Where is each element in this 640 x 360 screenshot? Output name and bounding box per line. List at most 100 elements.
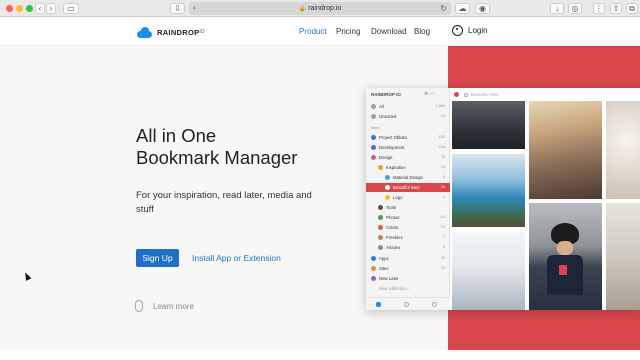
url-text: raindrop.io (308, 5, 342, 12)
sidebar-collection-item[interactable]: Project Oblako 153 (366, 133, 450, 142)
sidebar-collection-item[interactable]: Unsorted 13 (366, 112, 450, 121)
collection-icon (371, 114, 376, 119)
cloud-logo-icon (137, 26, 152, 38)
extension-icon[interactable]: ◉ (475, 3, 490, 14)
sidebar-collection-item[interactable]: Colors 12 (366, 223, 450, 232)
cloud-icon (376, 302, 381, 307)
collection-icon (385, 175, 390, 180)
minimize-window-button[interactable] (16, 5, 23, 12)
collection-label: Sites (379, 266, 389, 271)
photo-sunset-beach (529, 101, 602, 199)
collection-icon (371, 266, 376, 271)
raindrop-logo[interactable]: RAINDROP IO (137, 25, 205, 39)
collection-label: New Later (379, 276, 399, 281)
collection-label: Logo (393, 195, 403, 200)
reader-icon[interactable]: ⇩ (170, 3, 185, 14)
sidebar-section-label: Main (371, 125, 380, 130)
collection-label: Apps (379, 256, 389, 261)
collection-count: 26 (440, 185, 445, 189)
sidebar-collection-item[interactable]: Beautiful Web 26 (366, 183, 450, 192)
collection-label: Material Design (393, 175, 423, 180)
sidebar-collection-item[interactable]: New Later (366, 274, 450, 283)
sidebar-collection-item[interactable]: Material Design 8 (366, 173, 450, 182)
search-placeholder: Beautiful Web (471, 92, 499, 97)
sidebar-toggle-icon[interactable]: ▭ (63, 3, 79, 14)
sidebar-settings-icon: ⚙ ▭ (424, 91, 435, 97)
sign-up-button[interactable]: Sign Up (136, 249, 179, 267)
back-button[interactable]: ‹ (35, 3, 45, 14)
sidebar-collection-item[interactable]: Inspiration 14 (366, 163, 450, 172)
share-icon[interactable]: ⇧ (610, 3, 622, 14)
collection-icon (371, 104, 376, 109)
sidebar-collection-item[interactable]: Freebies 7 (366, 233, 450, 242)
address-bar[interactable]: ◐ 🔒 raindrop.io ↻ (189, 2, 451, 15)
sidebar-collection-item[interactable]: Logo 2 (366, 193, 450, 202)
more-icon[interactable]: ⋮ (593, 3, 605, 14)
sidebar-collection-item[interactable]: Development 245 (366, 143, 450, 152)
collection-icon (371, 155, 376, 160)
collection-icon (378, 235, 383, 240)
nav-blog-link[interactable]: Blog (414, 27, 430, 36)
collection-icon (371, 276, 376, 281)
collection-count: 8 (442, 245, 445, 249)
hero-title-line1: All in One (136, 125, 217, 146)
search-icon (464, 92, 468, 97)
sidebar-collection-item[interactable]: Design 78 (366, 153, 450, 162)
collection-count: 14 (440, 165, 445, 169)
sidebar-collection-item[interactable]: All 1,366 (366, 102, 450, 111)
collection-count: 245 (438, 145, 445, 149)
photo-seashell (606, 101, 640, 199)
login-link[interactable]: Login (452, 25, 488, 36)
lock-icon: 🔒 (298, 6, 307, 12)
collection-label: Design (379, 155, 393, 160)
cloud-extension-icon[interactable]: ☁ (455, 3, 470, 14)
tabs-overview-icon[interactable]: ⧉ (626, 3, 638, 14)
app-sidebar: RAINDROP IO ⚙ ▭ Main All 1,366 Unsorted 13 Pr… (366, 88, 450, 310)
collection-count: 2 (442, 195, 445, 199)
app-brand: RAINDROP IO (371, 92, 401, 97)
collection-label: Tools (386, 205, 397, 210)
close-window-button[interactable] (6, 5, 13, 12)
sidebar-collection-item[interactable]: Apps 33 (366, 254, 450, 263)
collection-label: Project Oblako (379, 135, 408, 140)
collection-count: 29 (440, 266, 445, 270)
sidebar-collection-item[interactable]: Photos 14 (366, 213, 450, 222)
sidebar-collection-item[interactable]: Sites 29 (366, 264, 450, 273)
collection-icon (378, 165, 383, 170)
sidebar-collection-item[interactable]: Articles 8 (366, 243, 450, 252)
install-app-link[interactable]: Install App or Extension (192, 253, 281, 263)
learn-more-link[interactable]: Learn more (135, 300, 194, 312)
nav-download-link[interactable]: Download (371, 27, 407, 36)
mouse-scroll-icon (135, 300, 143, 312)
hero-subtitle: For your inspiration, read later, media … (136, 190, 312, 215)
privacy-icon[interactable]: ◎ (568, 3, 582, 14)
photo-dark-forest (452, 101, 525, 149)
site-header: RAINDROP IO Product Pricing Download Blog… (0, 17, 640, 46)
sidebar-collection-item[interactable]: Tools (366, 203, 450, 212)
collection-count: 153 (438, 135, 445, 139)
page-bottom-edge (0, 350, 640, 360)
reload-icon[interactable]: ↻ (440, 2, 447, 15)
collection-icon (378, 245, 383, 250)
download-icon[interactable]: ↓ (550, 3, 564, 14)
sidebar-footer (366, 297, 450, 310)
collection-count: 14 (440, 215, 445, 219)
collection-icon (371, 256, 376, 261)
collection-count: 13 (440, 114, 445, 118)
app-search-bar: Beautiful Web (454, 90, 499, 100)
nav-pricing-link[interactable]: Pricing (336, 27, 360, 36)
collection-label: Unsorted (379, 114, 397, 119)
collection-label: Development (379, 145, 405, 150)
collection-icon (378, 225, 383, 230)
collection-icon (371, 135, 376, 140)
collection-count: 78 (440, 155, 445, 159)
zoom-window-button[interactable] (26, 5, 33, 12)
collection-icon (378, 205, 383, 210)
nav-product-link[interactable]: Product (299, 27, 327, 36)
browser-toolbar: ‹ › ▭ ⇩ ◐ 🔒 raindrop.io ↻ ☁ ◉ ↓ ◎ ⋮ ⇧ ⧉ (0, 0, 640, 17)
collection-icon (385, 185, 390, 190)
new-collection-button[interactable]: New collection... (366, 284, 450, 293)
collection-icon (371, 145, 376, 150)
forward-button[interactable]: › (46, 3, 56, 14)
hero-title: All in One Bookmark Manager (136, 125, 297, 169)
